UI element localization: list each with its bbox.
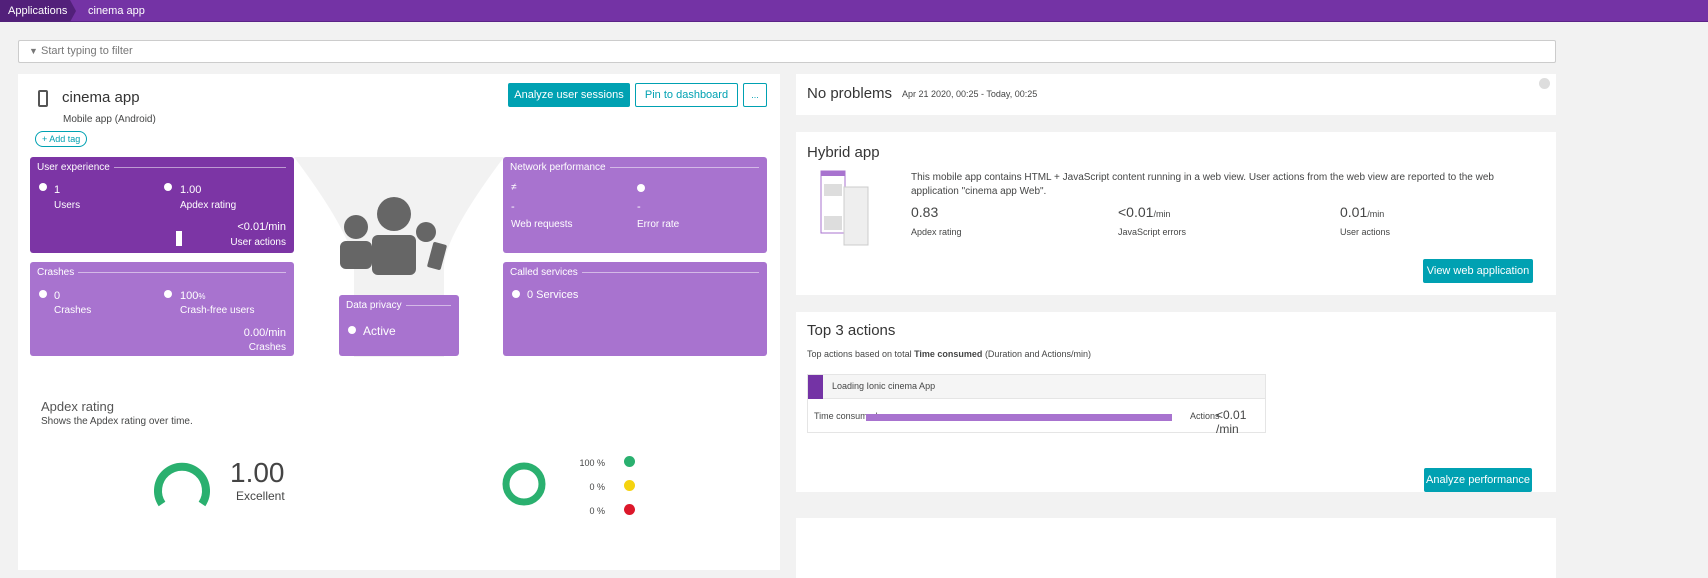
satisfied-smiley-icon bbox=[624, 456, 635, 467]
add-tag-button[interactable]: + Add tag bbox=[35, 131, 88, 147]
analyze-performance-button[interactable]: Analyze performance bbox=[1424, 468, 1532, 492]
problems-timeframe: Apr 21 2020, 00:25 - Today, 00:25 bbox=[902, 89, 1038, 99]
problems-title: No problems bbox=[807, 85, 893, 102]
app-title: cinema app bbox=[62, 89, 140, 106]
crash-rate-value: 0.00/min bbox=[243, 327, 286, 339]
services-value: 0 Services bbox=[527, 289, 579, 301]
crashes-value: 0 bbox=[54, 290, 61, 302]
web-requests-value: - bbox=[511, 201, 515, 213]
tile-title: Called services bbox=[510, 267, 759, 278]
top-actions-panel: Top 3 actions Top actions based on total… bbox=[796, 312, 1556, 492]
error-rate-label: Error rate bbox=[637, 219, 680, 230]
bar-chart-icon bbox=[176, 231, 182, 246]
smiley-icon bbox=[164, 183, 172, 191]
top-actions-subtitle: Top actions based on total Time consumed… bbox=[807, 349, 1091, 359]
apdex-label: Apdex rating bbox=[180, 200, 237, 211]
next-panel bbox=[796, 518, 1556, 578]
tile-title: Crashes bbox=[37, 267, 286, 278]
apdex-value: 1.00 bbox=[180, 184, 202, 196]
frustrated-smiley-icon bbox=[624, 504, 635, 515]
crash-rate-label: Crashes bbox=[248, 342, 286, 353]
info-icon[interactable] bbox=[1539, 78, 1550, 89]
alert-icon bbox=[39, 290, 47, 298]
crashes-label: Crashes bbox=[54, 305, 92, 316]
tolerating-smiley-icon bbox=[624, 480, 635, 491]
error-rate-value: - bbox=[637, 201, 641, 213]
hybrid-user-actions-unit: /min bbox=[1367, 209, 1385, 219]
apdex-value: 1.00 bbox=[230, 457, 285, 488]
analyze-user-sessions-button[interactable]: Analyze user sessions bbox=[508, 83, 630, 107]
actions-value: <0.01 /min bbox=[1216, 408, 1247, 436]
top-actions-title: Top 3 actions bbox=[807, 322, 896, 339]
tile-title: Network performance bbox=[510, 162, 759, 173]
web-requests-icon: ≠ bbox=[511, 182, 517, 193]
crash-free-unit: % bbox=[198, 292, 206, 301]
problems-panel: No problems Apr 21 2020, 00:25 - Today, … bbox=[796, 74, 1556, 115]
hybrid-user-actions-label: User actions bbox=[1340, 227, 1391, 237]
app-overview-panel: cinema app Mobile app (Android) + Add ta… bbox=[18, 74, 780, 570]
apdex-gauge bbox=[154, 462, 210, 507]
app-type: Mobile app (Android) bbox=[63, 114, 156, 125]
mobile-icon bbox=[38, 90, 48, 107]
filter-input[interactable]: ▼ Start typing to filter bbox=[18, 40, 1556, 63]
breadcrumb-applications[interactable]: Applications bbox=[0, 0, 76, 22]
hybrid-user-actions-value: 0.01 bbox=[1340, 204, 1368, 220]
user-actions-label: User actions bbox=[230, 237, 286, 248]
privacy-value: Active bbox=[363, 324, 396, 338]
shield-icon bbox=[348, 326, 356, 334]
hybrid-app-panel: Hybrid app This mobile app contains HTML… bbox=[796, 132, 1556, 295]
filter-placeholder: Start typing to filter bbox=[40, 45, 133, 57]
action-name[interactable]: Loading Ionic cinema App bbox=[832, 381, 935, 391]
user-actions-value: <0.01/min bbox=[237, 221, 286, 233]
js-errors-label: JavaScript errors bbox=[1118, 227, 1187, 237]
called-services-tile[interactable]: Called services 0 Services bbox=[503, 262, 767, 356]
filter-icon: ▼ bbox=[29, 46, 38, 56]
web-requests-label: Web requests bbox=[511, 219, 573, 230]
frustrated-percent: 0 % bbox=[589, 506, 605, 516]
action-row[interactable]: Loading Ionic cinema App Time consumed A… bbox=[807, 374, 1266, 436]
hybrid-apdex-value: 0.83 bbox=[911, 204, 939, 220]
add-tag-label: Add tag bbox=[49, 134, 81, 144]
hybrid-app-illustration bbox=[820, 170, 869, 246]
top-bar: Applications cinema app bbox=[0, 0, 1708, 22]
users-label: Users bbox=[54, 200, 81, 211]
network-performance-tile[interactable]: Network performance ≠ - Web requests - E… bbox=[503, 157, 767, 253]
mobile-action-icon bbox=[808, 375, 823, 399]
crash-free-value: 100 bbox=[180, 290, 199, 302]
user-experience-tile[interactable]: User experience 1 Users 1.00 Apdex ratin… bbox=[30, 157, 294, 253]
users-value: 1 bbox=[54, 184, 61, 196]
more-button[interactable]: ... bbox=[743, 83, 767, 107]
tolerating-percent: 0 % bbox=[589, 482, 605, 492]
view-web-application-button[interactable]: View web application bbox=[1423, 259, 1533, 283]
time-consumed-bar bbox=[866, 414, 1172, 421]
apdex-donut bbox=[502, 462, 546, 506]
gear-icon bbox=[512, 290, 520, 298]
smiley-icon bbox=[164, 290, 172, 298]
js-errors-unit: /min bbox=[1153, 209, 1171, 219]
hybrid-title: Hybrid app bbox=[807, 144, 880, 161]
apdex-subtitle: Shows the Apdex rating over time. bbox=[41, 416, 193, 427]
js-errors-value: <0.01 bbox=[1118, 204, 1154, 220]
tile-title: Data privacy bbox=[346, 300, 451, 311]
crash-free-label: Crash-free users bbox=[180, 305, 255, 316]
satisfied-percent: 100 % bbox=[579, 458, 605, 468]
apdex-title: Apdex rating bbox=[41, 399, 114, 414]
crashes-tile[interactable]: Crashes 0 Crashes 100% Crash-free users … bbox=[30, 262, 294, 356]
time-consumed-track bbox=[866, 414, 1172, 421]
hybrid-description: This mobile app contains HTML + JavaScri… bbox=[911, 172, 1494, 197]
data-privacy-tile[interactable]: Data privacy Active bbox=[339, 295, 459, 356]
pin-to-dashboard-button[interactable]: Pin to dashboard bbox=[635, 83, 738, 107]
tile-title: User experience bbox=[37, 162, 286, 173]
breadcrumb-current: cinema app bbox=[88, 5, 145, 17]
apdex-label: Excellent bbox=[236, 489, 285, 503]
alert-icon bbox=[637, 184, 645, 192]
user-icon bbox=[39, 183, 47, 191]
hybrid-apdex-label: Apdex rating bbox=[911, 227, 962, 237]
